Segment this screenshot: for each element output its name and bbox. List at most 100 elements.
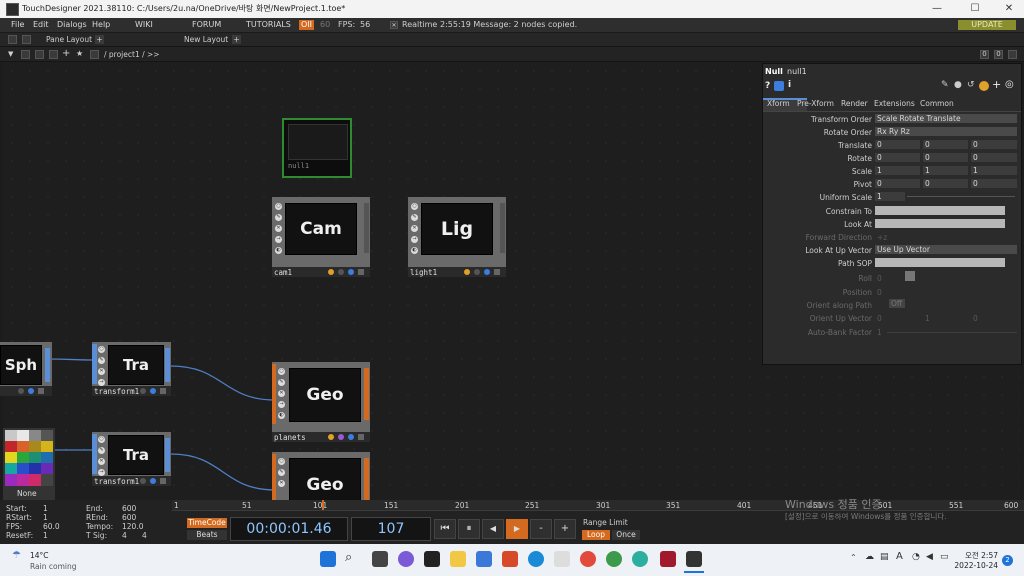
reset-icon[interactable]: ↺ [967, 80, 975, 90]
volume-icon[interactable]: ◀ [926, 552, 933, 562]
translate-z-field[interactable]: 0 [971, 140, 1017, 149]
scale-y-field[interactable]: 1 [923, 166, 968, 175]
node-transform2[interactable]: ○ ✎ ✕ → Tra transform1 [92, 432, 171, 486]
start-value[interactable]: 1 [43, 504, 48, 513]
path-right-a[interactable]: 0 [980, 50, 989, 59]
menu-help[interactable]: Help [92, 20, 110, 29]
pivot-x-field[interactable]: 0 [875, 179, 920, 188]
python-logo-icon[interactable] [979, 81, 989, 91]
translate-y-field[interactable]: 0 [923, 140, 968, 149]
orient-along-path-toggle[interactable]: Off [889, 299, 905, 308]
node-null1[interactable]: null1 [282, 118, 352, 178]
node-transform1[interactable]: ○ ✎ ✕ → Tra transform1 [92, 342, 171, 396]
step-back-button[interactable]: ◀ [482, 519, 504, 539]
clock-time[interactable]: 오전 2:57 [958, 550, 998, 561]
info-icon[interactable]: i [788, 80, 791, 90]
node-flags[interactable]: ○ ✎ ✕ → ◐ [278, 368, 287, 423]
roll-value[interactable]: 0 [877, 274, 882, 283]
rstart-value[interactable]: 1 [43, 513, 48, 522]
orient-up-x[interactable]: 0 [877, 314, 882, 323]
chrome-icon[interactable] [580, 551, 596, 567]
forward-direction-value[interactable]: +z [877, 233, 887, 242]
scale-x-field[interactable]: 1 [875, 166, 920, 175]
pivot-y-field[interactable]: 0 [923, 179, 968, 188]
node-flags[interactable]: ○ ✎ ✕ → ◐ [275, 203, 284, 258]
rotate-y-field[interactable]: 0 [923, 153, 968, 162]
node-light1[interactable]: ○ ✎ ✕ → ◐ Lig light1 [408, 197, 506, 277]
wifi-icon[interactable]: ◔ [912, 552, 920, 562]
timecode-toggle[interactable]: TimeCode [187, 518, 227, 528]
beats-toggle[interactable]: Beats [187, 530, 227, 540]
auto-bank-slider[interactable] [887, 332, 1017, 333]
task-view-icon[interactable] [372, 551, 388, 567]
menu-wiki[interactable]: WIKI [135, 20, 153, 29]
orient-up-y[interactable]: 1 [925, 314, 930, 323]
scale-z-field[interactable]: 1 [971, 166, 1017, 175]
add-icon[interactable]: + [62, 48, 70, 59]
layout-add-button[interactable]: + [232, 35, 241, 44]
node-flags[interactable]: ○ ✎ ✕ → [98, 346, 107, 390]
pane-anchor-icon[interactable] [22, 35, 31, 44]
path-sop-field[interactable] [875, 258, 1005, 267]
position-value[interactable]: 0 [877, 288, 882, 297]
weather-desc[interactable]: Rain coming [30, 562, 76, 571]
translate-x-field[interactable]: 0 [875, 140, 920, 149]
node-flags[interactable]: ○ ✎ ✕ → [98, 436, 107, 480]
comment-icon[interactable]: ● [954, 80, 962, 90]
node-flags[interactable]: ○ ✎ ✕ → ◐ [411, 203, 420, 258]
constrain-to-field[interactable] [875, 206, 1005, 215]
netflix-icon[interactable] [424, 551, 440, 567]
network-path[interactable]: / project1 / >> [104, 50, 160, 59]
new-layout-button[interactable]: New Layout [184, 35, 228, 44]
tab-common[interactable]: Common [920, 99, 954, 108]
weather-temp[interactable]: 14°C [30, 551, 49, 560]
tab-extensions[interactable]: Extensions [874, 99, 915, 108]
help-icon[interactable]: ? [765, 81, 770, 91]
end-value[interactable]: 600 [122, 504, 136, 513]
menu-file[interactable]: File [11, 20, 24, 29]
file-explorer-icon[interactable] [450, 551, 466, 567]
fps-value[interactable]: 60.0 [43, 522, 60, 531]
decrement-button[interactable]: - [530, 519, 552, 539]
start-icon[interactable] [320, 551, 336, 567]
chrome-profile2-icon[interactable] [632, 551, 648, 567]
dropdown-arrow-icon[interactable]: ▼ [8, 50, 13, 58]
star-icon[interactable]: ★ [76, 49, 83, 58]
menu-forum[interactable]: FORUM [192, 20, 221, 29]
menu-tutorials[interactable]: TUTORIALS [246, 20, 291, 29]
python-icon[interactable] [774, 81, 784, 91]
pane-add-button[interactable]: + [95, 35, 104, 44]
battery-icon[interactable]: ▭ [940, 552, 949, 562]
office-icon[interactable] [502, 551, 518, 567]
edge-icon[interactable] [528, 551, 544, 567]
node-geo-planets[interactable]: ○ ✎ ✕ → ◐ Geo planets [272, 362, 370, 442]
transform-order-menu[interactable]: Scale Rotate Translate [875, 114, 1017, 123]
path-right-b[interactable]: 0 [994, 50, 1003, 59]
node-cam1[interactable]: ○ ✎ ✕ → ◐ Cam cam1 [272, 197, 370, 277]
tab-pre-xform[interactable]: Pre-Xform [797, 99, 834, 108]
pane-options-icon[interactable] [1008, 50, 1017, 59]
menu-dialogs[interactable]: Dialogs [57, 20, 87, 29]
ime-indicator[interactable]: A [896, 551, 903, 562]
forward-icon[interactable] [49, 50, 58, 59]
increment-button[interactable]: + [554, 519, 576, 539]
close-button[interactable]: ✕ [992, 0, 1024, 18]
pivot-z-field[interactable]: 0 [971, 179, 1017, 188]
update-button[interactable]: UPDATE [958, 20, 1016, 30]
chrome-profile-icon[interactable] [606, 551, 622, 567]
tray-chevron-icon[interactable]: ⌃ [850, 553, 857, 562]
node-flags[interactable]: ○ ✎ ✕ [278, 458, 287, 491]
frame-display[interactable]: 107 [351, 517, 431, 541]
network-icon[interactable] [90, 50, 99, 59]
chat-icon[interactable] [398, 551, 414, 567]
tsig-denominator[interactable]: 4 [142, 531, 147, 540]
playhead-marker[interactable] [322, 500, 324, 510]
cloud-icon[interactable]: ☁ [865, 552, 874, 562]
back-icon[interactable] [35, 50, 44, 59]
pane-layout-button[interactable]: Pane Layout [46, 35, 92, 44]
printer-icon[interactable]: ▤ [880, 552, 889, 562]
indesign-icon[interactable] [660, 551, 676, 567]
realtime-checkbox[interactable]: ✕ [390, 21, 398, 29]
tab-render[interactable]: Render [841, 99, 868, 108]
uniform-scale-field[interactable]: 1 [875, 192, 905, 201]
